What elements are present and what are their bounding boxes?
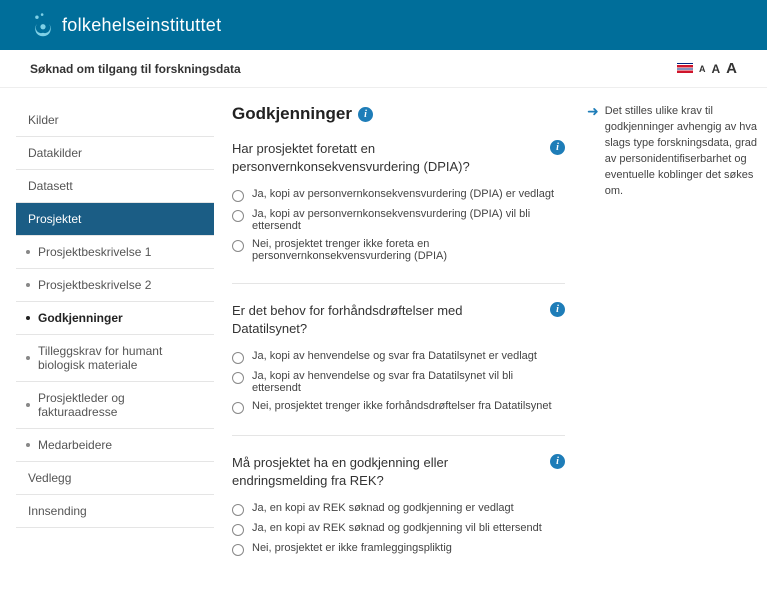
font-size-medium[interactable]: A (711, 62, 720, 76)
question-dpia: Har prosjektet foretatt en personvernkon… (232, 134, 565, 283)
sidebar-item-kilder[interactable]: Kilder (16, 104, 214, 137)
main-layout: Kilder Datakilder Datasett Prosjektet Pr… (0, 88, 767, 597)
question-rek: Må prosjektet ha en godkjenning eller en… (232, 435, 565, 577)
sidebar-item-datasett[interactable]: Datasett (16, 170, 214, 203)
sidebar-item-datakilder[interactable]: Datakilder (16, 137, 214, 170)
page-title-row: Godkjenninger i (232, 104, 565, 124)
sidebar-item-tilleggskrav[interactable]: Tilleggskrav for humant biologisk materi… (16, 335, 214, 382)
sidebar-item-prosjektleder[interactable]: Prosjektleder og fakturaadresse (16, 382, 214, 429)
sidebar-item-label: Medarbeidere (38, 438, 112, 452)
radio-option[interactable]: Nei, prosjektet trenger ikke forhåndsdrø… (232, 397, 565, 417)
radio-input[interactable] (232, 402, 244, 414)
option-label: Ja, en kopi av REK søknad og godkjenning… (252, 502, 514, 514)
radio-input[interactable] (232, 352, 244, 364)
sidebar-item-godkjenninger[interactable]: Godkjenninger (16, 302, 214, 335)
sidebar-item-label: Innsending (28, 504, 87, 518)
sidebar-item-medarbeidere[interactable]: Medarbeidere (16, 429, 214, 462)
radio-option[interactable]: Ja, en kopi av REK søknad og godkjenning… (232, 519, 565, 539)
option-label: Ja, en kopi av REK søknad og godkjenning… (252, 522, 542, 534)
main-content: Godkjenninger i Har prosjektet foretatt … (232, 104, 569, 577)
sidebar-item-prosjektet[interactable]: Prosjektet (16, 203, 214, 236)
radio-input[interactable] (232, 240, 244, 252)
radio-option[interactable]: Ja, kopi av henvendelse og svar fra Data… (232, 367, 565, 397)
radio-option[interactable]: Ja, kopi av personvernkonsekvensvurderin… (232, 185, 565, 205)
question-datatilsynet: Er det behov for forhåndsdrøftelser med … (232, 283, 565, 435)
fhi-logo-icon (30, 12, 56, 38)
radio-input[interactable] (232, 544, 244, 556)
brand-logo[interactable]: folkehelseinstituttet (30, 12, 221, 38)
info-icon[interactable]: i (358, 107, 373, 122)
page-context-title: Søknad om tilgang til forskningsdata (30, 62, 241, 76)
info-icon[interactable]: i (550, 454, 565, 469)
sidebar-item-label: Tilleggskrav for humant biologisk materi… (38, 344, 202, 372)
font-size-large[interactable]: A (726, 60, 737, 77)
sidebar-item-label: Prosjektbeskrivelse 1 (38, 245, 151, 259)
info-icon[interactable]: i (550, 140, 565, 155)
sidebar-item-label: Datakilder (28, 146, 82, 160)
sidebar-item-beskrivelse2[interactable]: Prosjektbeskrivelse 2 (16, 269, 214, 302)
radio-input[interactable] (232, 372, 244, 384)
sidebar-item-vedlegg[interactable]: Vedlegg (16, 462, 214, 495)
sidebar-item-label: Prosjektleder og fakturaadresse (38, 391, 202, 419)
option-label: Nei, prosjektet trenger ikke forhåndsdrø… (252, 400, 552, 412)
help-text: Det stilles ulike krav til godkjenninger… (605, 104, 757, 200)
question-text: Har prosjektet foretatt en personvernkon… (232, 140, 512, 175)
header-tools: A A A (677, 60, 737, 77)
sidebar-item-label: Kilder (28, 113, 59, 127)
option-label: Ja, kopi av henvendelse og svar fra Data… (252, 350, 537, 362)
sidebar-item-label: Vedlegg (28, 471, 71, 485)
option-label: Ja, kopi av personvernkonsekvensvurderin… (252, 208, 565, 232)
arrow-right-icon: ➜ (587, 104, 599, 200)
option-label: Nei, prosjektet trenger ikke foreta en p… (252, 238, 565, 262)
app-header: folkehelseinstituttet (0, 0, 767, 50)
question-text: Må prosjektet ha en godkjenning eller en… (232, 454, 512, 489)
subheader: Søknad om tilgang til forskningsdata A A… (0, 50, 767, 88)
sidebar-item-innsending[interactable]: Innsending (16, 495, 214, 528)
radio-input[interactable] (232, 524, 244, 536)
sidebar-item-label: Godkjenninger (38, 311, 123, 325)
radio-option[interactable]: Nei, prosjektet er ikke framleggingsplik… (232, 539, 565, 559)
option-label: Ja, kopi av personvernkonsekvensvurderin… (252, 188, 554, 200)
radio-input[interactable] (232, 504, 244, 516)
radio-input[interactable] (232, 190, 244, 202)
help-panel: ➜ Det stilles ulike krav til godkjenning… (587, 104, 757, 200)
option-label: Nei, prosjektet er ikke framleggingsplik… (252, 542, 452, 554)
language-flag-uk-icon[interactable] (677, 63, 693, 74)
radio-option[interactable]: Ja, kopi av personvernkonsekvensvurderin… (232, 205, 565, 235)
brand-name: folkehelseinstituttet (62, 15, 221, 36)
option-label: Ja, kopi av henvendelse og svar fra Data… (252, 370, 565, 394)
sidebar-item-beskrivelse1[interactable]: Prosjektbeskrivelse 1 (16, 236, 214, 269)
page-title: Godkjenninger (232, 104, 352, 124)
sidebar-item-label: Prosjektbeskrivelse 2 (38, 278, 151, 292)
sidebar-item-label: Prosjektet (28, 212, 81, 226)
sidebar-item-label: Datasett (28, 179, 73, 193)
font-size-small[interactable]: A (699, 64, 706, 74)
radio-option[interactable]: Ja, en kopi av REK søknad og godkjenning… (232, 499, 565, 519)
sidebar-nav: Kilder Datakilder Datasett Prosjektet Pr… (16, 104, 214, 528)
radio-option[interactable]: Ja, kopi av henvendelse og svar fra Data… (232, 347, 565, 367)
radio-input[interactable] (232, 210, 244, 222)
question-text: Er det behov for forhåndsdrøftelser med … (232, 302, 512, 337)
info-icon[interactable]: i (550, 302, 565, 317)
radio-option[interactable]: Nei, prosjektet trenger ikke foreta en p… (232, 235, 565, 265)
